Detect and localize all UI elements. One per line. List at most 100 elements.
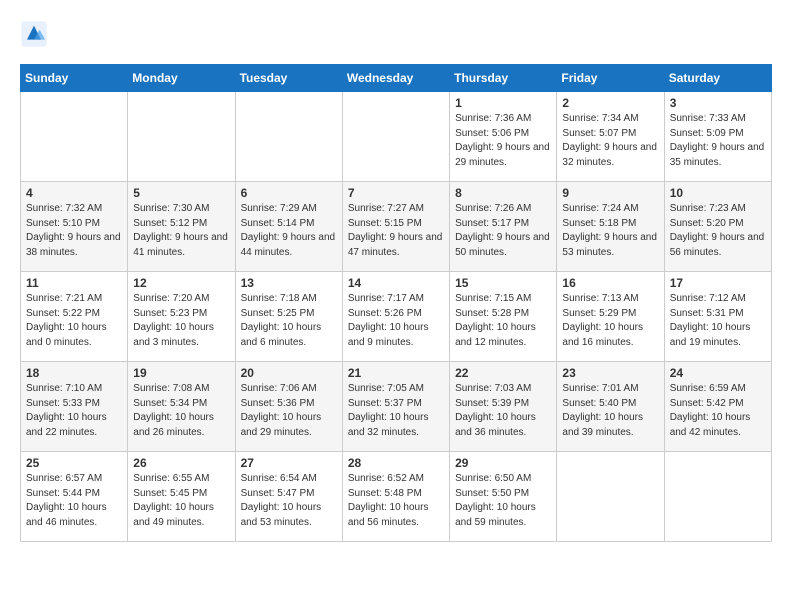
week-row-5: 25 Sunrise: 6:57 AMSunset: 5:44 PMDaylig…	[21, 452, 772, 542]
day-number: 26	[133, 456, 229, 470]
calendar-cell: 11 Sunrise: 7:21 AMSunset: 5:22 PMDaylig…	[21, 272, 128, 362]
day-info: Sunrise: 7:34 AMSunset: 5:07 PMDaylight:…	[562, 112, 658, 170]
day-number: 17	[670, 276, 766, 290]
calendar-cell: 3 Sunrise: 7:33 AMSunset: 5:09 PMDayligh…	[664, 92, 771, 182]
calendar-cell	[235, 92, 342, 182]
day-info: Sunrise: 6:50 AMSunset: 5:50 PMDaylight:…	[455, 472, 551, 530]
day-number: 24	[670, 366, 766, 380]
day-number: 23	[562, 366, 658, 380]
calendar-cell: 9 Sunrise: 7:24 AMSunset: 5:18 PMDayligh…	[557, 182, 664, 272]
day-info: Sunrise: 6:55 AMSunset: 5:45 PMDaylight:…	[133, 472, 229, 530]
day-info: Sunrise: 7:13 AMSunset: 5:29 PMDaylight:…	[562, 292, 658, 350]
week-row-1: 1 Sunrise: 7:36 AMSunset: 5:06 PMDayligh…	[21, 92, 772, 182]
weekday-header-saturday: Saturday	[664, 65, 771, 92]
day-number: 12	[133, 276, 229, 290]
calendar-cell: 24 Sunrise: 6:59 AMSunset: 5:42 PMDaylig…	[664, 362, 771, 452]
day-number: 1	[455, 96, 551, 110]
calendar-cell: 19 Sunrise: 7:08 AMSunset: 5:34 PMDaylig…	[128, 362, 235, 452]
weekday-header-sunday: Sunday	[21, 65, 128, 92]
day-number: 7	[348, 186, 444, 200]
week-row-4: 18 Sunrise: 7:10 AMSunset: 5:33 PMDaylig…	[21, 362, 772, 452]
day-number: 4	[26, 186, 122, 200]
calendar-cell: 20 Sunrise: 7:06 AMSunset: 5:36 PMDaylig…	[235, 362, 342, 452]
calendar-cell: 6 Sunrise: 7:29 AMSunset: 5:14 PMDayligh…	[235, 182, 342, 272]
day-number: 2	[562, 96, 658, 110]
day-number: 5	[133, 186, 229, 200]
day-number: 27	[241, 456, 337, 470]
calendar-cell: 29 Sunrise: 6:50 AMSunset: 5:50 PMDaylig…	[450, 452, 557, 542]
day-info: Sunrise: 7:12 AMSunset: 5:31 PMDaylight:…	[670, 292, 766, 350]
day-info: Sunrise: 7:10 AMSunset: 5:33 PMDaylight:…	[26, 382, 122, 440]
day-info: Sunrise: 7:01 AMSunset: 5:40 PMDaylight:…	[562, 382, 658, 440]
calendar-cell: 18 Sunrise: 7:10 AMSunset: 5:33 PMDaylig…	[21, 362, 128, 452]
day-info: Sunrise: 7:05 AMSunset: 5:37 PMDaylight:…	[348, 382, 444, 440]
day-number: 29	[455, 456, 551, 470]
calendar-cell: 21 Sunrise: 7:05 AMSunset: 5:37 PMDaylig…	[342, 362, 449, 452]
day-info: Sunrise: 7:06 AMSunset: 5:36 PMDaylight:…	[241, 382, 337, 440]
day-info: Sunrise: 7:32 AMSunset: 5:10 PMDaylight:…	[26, 202, 122, 260]
day-info: Sunrise: 7:29 AMSunset: 5:14 PMDaylight:…	[241, 202, 337, 260]
calendar-table: SundayMondayTuesdayWednesdayThursdayFrid…	[20, 64, 772, 542]
day-info: Sunrise: 6:54 AMSunset: 5:47 PMDaylight:…	[241, 472, 337, 530]
day-info: Sunrise: 7:21 AMSunset: 5:22 PMDaylight:…	[26, 292, 122, 350]
day-number: 20	[241, 366, 337, 380]
day-info: Sunrise: 7:18 AMSunset: 5:25 PMDaylight:…	[241, 292, 337, 350]
day-number: 9	[562, 186, 658, 200]
calendar-cell: 5 Sunrise: 7:30 AMSunset: 5:12 PMDayligh…	[128, 182, 235, 272]
day-info: Sunrise: 7:20 AMSunset: 5:23 PMDaylight:…	[133, 292, 229, 350]
day-number: 14	[348, 276, 444, 290]
calendar-cell	[557, 452, 664, 542]
day-info: Sunrise: 7:24 AMSunset: 5:18 PMDaylight:…	[562, 202, 658, 260]
day-info: Sunrise: 7:27 AMSunset: 5:15 PMDaylight:…	[348, 202, 444, 260]
calendar-cell: 2 Sunrise: 7:34 AMSunset: 5:07 PMDayligh…	[557, 92, 664, 182]
calendar-cell: 1 Sunrise: 7:36 AMSunset: 5:06 PMDayligh…	[450, 92, 557, 182]
day-info: Sunrise: 7:08 AMSunset: 5:34 PMDaylight:…	[133, 382, 229, 440]
day-number: 10	[670, 186, 766, 200]
day-number: 22	[455, 366, 551, 380]
calendar-cell: 26 Sunrise: 6:55 AMSunset: 5:45 PMDaylig…	[128, 452, 235, 542]
calendar-cell: 15 Sunrise: 7:15 AMSunset: 5:28 PMDaylig…	[450, 272, 557, 362]
day-number: 25	[26, 456, 122, 470]
weekday-header-wednesday: Wednesday	[342, 65, 449, 92]
logo-icon	[20, 20, 48, 48]
day-info: Sunrise: 7:17 AMSunset: 5:26 PMDaylight:…	[348, 292, 444, 350]
day-number: 16	[562, 276, 658, 290]
calendar-cell	[21, 92, 128, 182]
day-info: Sunrise: 7:23 AMSunset: 5:20 PMDaylight:…	[670, 202, 766, 260]
day-number: 8	[455, 186, 551, 200]
day-number: 28	[348, 456, 444, 470]
calendar-cell: 10 Sunrise: 7:23 AMSunset: 5:20 PMDaylig…	[664, 182, 771, 272]
day-info: Sunrise: 7:26 AMSunset: 5:17 PMDaylight:…	[455, 202, 551, 260]
week-row-2: 4 Sunrise: 7:32 AMSunset: 5:10 PMDayligh…	[21, 182, 772, 272]
weekday-header-row: SundayMondayTuesdayWednesdayThursdayFrid…	[21, 65, 772, 92]
day-info: Sunrise: 6:57 AMSunset: 5:44 PMDaylight:…	[26, 472, 122, 530]
calendar-cell	[664, 452, 771, 542]
day-number: 15	[455, 276, 551, 290]
calendar-cell: 16 Sunrise: 7:13 AMSunset: 5:29 PMDaylig…	[557, 272, 664, 362]
day-number: 13	[241, 276, 337, 290]
page-header	[20, 20, 772, 48]
weekday-header-tuesday: Tuesday	[235, 65, 342, 92]
calendar-cell: 7 Sunrise: 7:27 AMSunset: 5:15 PMDayligh…	[342, 182, 449, 272]
calendar-cell: 4 Sunrise: 7:32 AMSunset: 5:10 PMDayligh…	[21, 182, 128, 272]
day-number: 11	[26, 276, 122, 290]
calendar-cell	[342, 92, 449, 182]
day-info: Sunrise: 7:33 AMSunset: 5:09 PMDaylight:…	[670, 112, 766, 170]
calendar-cell: 8 Sunrise: 7:26 AMSunset: 5:17 PMDayligh…	[450, 182, 557, 272]
day-number: 6	[241, 186, 337, 200]
calendar-cell: 28 Sunrise: 6:52 AMSunset: 5:48 PMDaylig…	[342, 452, 449, 542]
weekday-header-monday: Monday	[128, 65, 235, 92]
calendar-cell: 13 Sunrise: 7:18 AMSunset: 5:25 PMDaylig…	[235, 272, 342, 362]
calendar-cell: 12 Sunrise: 7:20 AMSunset: 5:23 PMDaylig…	[128, 272, 235, 362]
calendar-cell: 23 Sunrise: 7:01 AMSunset: 5:40 PMDaylig…	[557, 362, 664, 452]
calendar-cell: 17 Sunrise: 7:12 AMSunset: 5:31 PMDaylig…	[664, 272, 771, 362]
day-number: 18	[26, 366, 122, 380]
day-number: 19	[133, 366, 229, 380]
day-number: 3	[670, 96, 766, 110]
day-number: 21	[348, 366, 444, 380]
day-info: Sunrise: 7:03 AMSunset: 5:39 PMDaylight:…	[455, 382, 551, 440]
calendar-cell	[128, 92, 235, 182]
day-info: Sunrise: 7:15 AMSunset: 5:28 PMDaylight:…	[455, 292, 551, 350]
weekday-header-friday: Friday	[557, 65, 664, 92]
calendar-cell: 14 Sunrise: 7:17 AMSunset: 5:26 PMDaylig…	[342, 272, 449, 362]
